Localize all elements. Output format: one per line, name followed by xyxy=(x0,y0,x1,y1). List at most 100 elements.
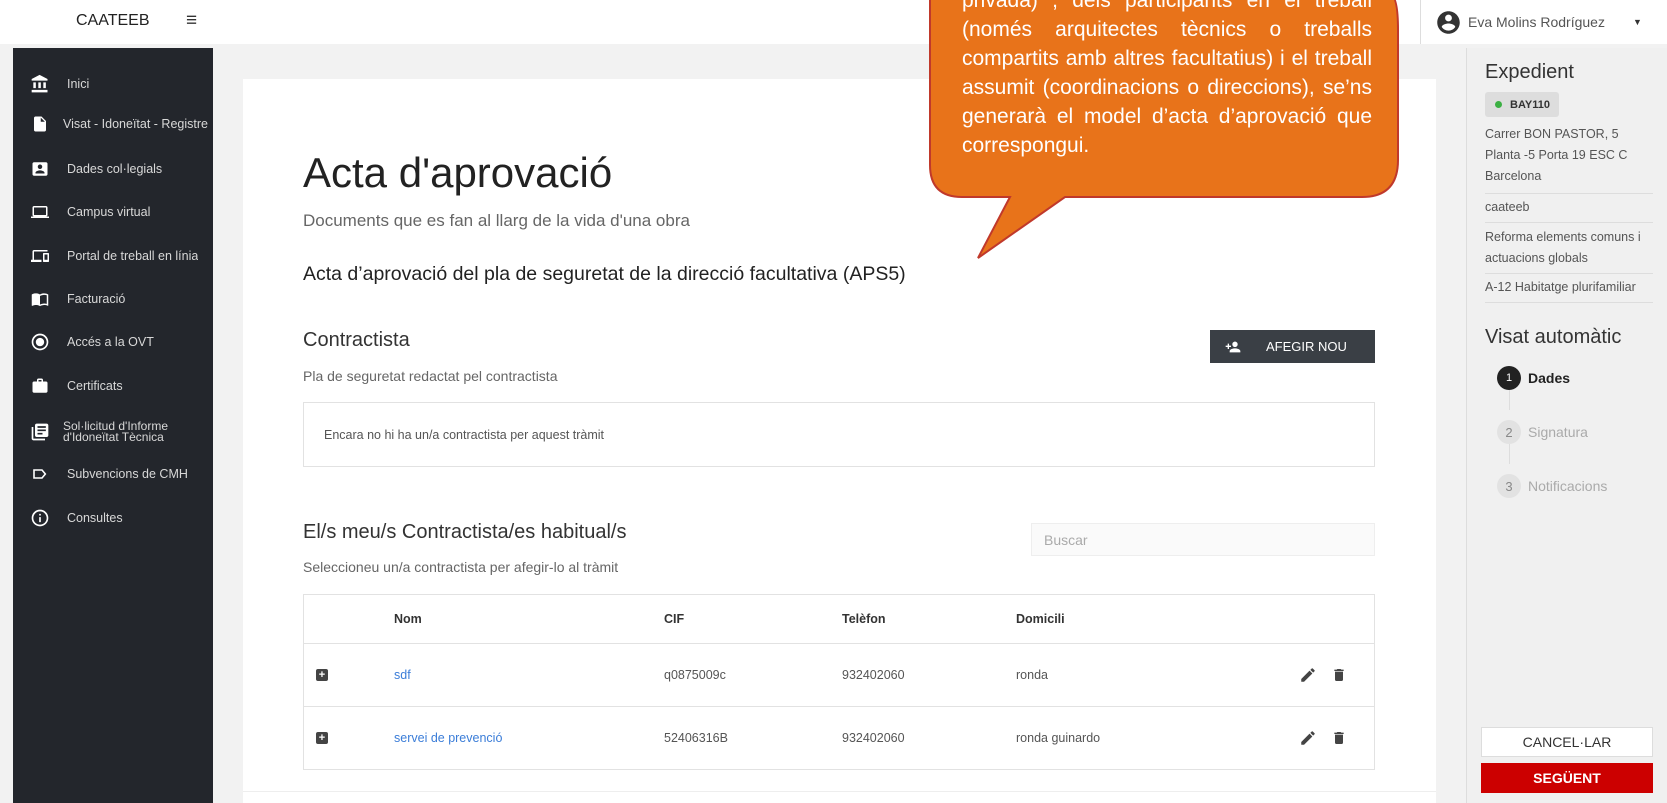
chevron-down-icon[interactable]: ▼ xyxy=(1633,17,1642,27)
step-dades[interactable]: 1 Dades xyxy=(1497,366,1570,390)
row-domicili: ronda xyxy=(1016,668,1048,682)
step-label: Notificacions xyxy=(1528,478,1608,494)
briefcase-icon xyxy=(27,377,53,395)
callout-text: privada) , dels participants en el treba… xyxy=(962,0,1372,157)
divider xyxy=(243,791,1436,792)
divider xyxy=(1485,193,1653,194)
library-icon xyxy=(27,422,53,442)
devices-icon xyxy=(27,247,53,265)
habitual-subtitle: Seleccioneu un/a contractista per afegir… xyxy=(303,559,619,575)
column-header-telefon[interactable]: Telèfon xyxy=(842,595,886,643)
expedient-client: caateeb xyxy=(1485,200,1530,214)
info-icon xyxy=(27,508,53,528)
page-subtitle: Documents que es fan al llarg de la vida… xyxy=(303,211,690,230)
step-number: 2 xyxy=(1497,420,1521,444)
table-row: + sdf q0875009c 932402060 ronda xyxy=(304,643,1374,706)
sidebar-item-dades[interactable]: Dades col·legials xyxy=(13,151,213,187)
status-badge: BAY110 xyxy=(1485,92,1559,117)
file-icon xyxy=(27,114,53,134)
sidebar-item-label: Visat - Idoneïtat - Registre xyxy=(63,117,208,131)
badge-label: BAY110 xyxy=(1510,98,1550,111)
step-connector xyxy=(1509,390,1510,410)
row-domicili: ronda guinardo xyxy=(1016,731,1101,745)
sidebar-item-label: Certificats xyxy=(67,379,123,393)
sidebar-item-label: Portal de treball en línia xyxy=(67,249,199,263)
right-panel: Expedient BAY110 Carrer BON PASTOR, 5 Pl… xyxy=(1466,48,1667,803)
row-telefon: 932402060 xyxy=(842,731,905,745)
sidebar-item-ovt[interactable]: Accés a la OVT xyxy=(13,324,213,360)
expedient-typology: A-12 Habitatge plurifamiliar xyxy=(1485,280,1636,294)
sidebar-item-idoneitat[interactable]: Sol·licitud d'Informe d'Idoneïtat Tècnic… xyxy=(13,411,213,453)
target-icon xyxy=(27,332,53,352)
page-title: Acta d'aprovació xyxy=(303,149,613,196)
habitual-title: El/s meu/s Contractista/es habitual/s xyxy=(303,521,627,543)
expedient-title: Expedient xyxy=(1485,61,1574,83)
step-number: 3 xyxy=(1497,474,1521,498)
divider xyxy=(1485,222,1653,223)
contractista-subtitle: Pla de seguretat redactat pel contractis… xyxy=(303,368,558,384)
step-label: Dades xyxy=(1528,370,1571,386)
bank-icon xyxy=(27,74,53,94)
sidebar-item-subvencions[interactable]: Subvencions de CMH xyxy=(13,456,213,492)
delete-icon[interactable] xyxy=(1331,666,1347,684)
top-bar: CAATEEB ≡ Eva Molins Rodríguez ▼ xyxy=(0,0,1667,44)
expedient-description: Reforma elements comuns i actuacions glo… xyxy=(1485,230,1641,265)
sidebar-item-inici[interactable]: Inici xyxy=(13,66,213,102)
add-new-label: AFEGIR NOU xyxy=(1266,339,1347,354)
edit-icon[interactable] xyxy=(1299,729,1317,747)
sidebar-item-label: Campus virtual xyxy=(67,205,151,219)
column-header-cif[interactable]: CIF xyxy=(664,595,684,643)
book-icon xyxy=(27,290,53,308)
next-button[interactable]: SEGÜENT xyxy=(1481,763,1653,793)
main-card: Acta d'aprovació Documents que es fan al… xyxy=(243,79,1436,803)
badge-icon xyxy=(27,159,53,179)
row-cif: q0875009c xyxy=(664,668,726,682)
column-header-nom[interactable]: Nom xyxy=(394,595,422,643)
cancel-button[interactable]: CANCEL·LAR xyxy=(1481,727,1653,757)
expand-row-icon[interactable]: + xyxy=(316,669,328,681)
menu-icon[interactable]: ≡ xyxy=(186,10,197,32)
search-input[interactable] xyxy=(1031,523,1375,556)
step-signatura[interactable]: 2 Signatura xyxy=(1497,420,1588,444)
column-header-domicili[interactable]: Domicili xyxy=(1016,595,1065,643)
brand-logo[interactable]: CAATEEB xyxy=(76,12,150,30)
sidebar-item-consultes[interactable]: Consultes xyxy=(13,500,213,536)
visat-title: Visat automàtic xyxy=(1485,326,1622,348)
user-menu[interactable]: Eva Molins Rodríguez ▼ xyxy=(1420,0,1642,44)
contractista-title: Contractista xyxy=(303,329,410,351)
divider xyxy=(1485,302,1653,303)
expand-row-icon[interactable]: + xyxy=(316,732,328,744)
sidebar-item-label: Sol·licitud d'Informe d'Idoneïtat Tècnic… xyxy=(63,421,168,443)
expedient-address: Carrer BON PASTOR, 5 Planta -5 Porta 19 … xyxy=(1485,127,1628,183)
empty-contractista-box: Encara no hi ha un/a contractista per aq… xyxy=(303,402,1375,467)
edit-icon[interactable] xyxy=(1299,666,1317,684)
document-title: Acta d’aprovació del pla de seguretat de… xyxy=(303,263,906,285)
sidebar-item-label: Consultes xyxy=(67,511,123,525)
contractistes-table: Nom CIF Telèfon Domicili + sdf q0875009c… xyxy=(303,594,1375,770)
user-name: Eva Molins Rodríguez xyxy=(1468,14,1605,30)
step-label: Signatura xyxy=(1528,424,1588,440)
row-telefon: 932402060 xyxy=(842,668,905,682)
step-connector xyxy=(1509,444,1510,464)
step-number: 1 xyxy=(1497,366,1521,390)
laptop-icon xyxy=(27,203,53,221)
divider xyxy=(1485,273,1653,274)
sidebar: Inici Visat - Idoneïtat - Registre Dades… xyxy=(13,48,213,803)
add-new-button[interactable]: AFEGIR NOU xyxy=(1210,330,1375,363)
delete-icon[interactable] xyxy=(1331,729,1347,747)
sidebar-item-portal[interactable]: Portal de treball en línia xyxy=(13,238,213,274)
add-person-icon xyxy=(1222,339,1244,355)
row-name-link[interactable]: servei de prevenció xyxy=(394,731,502,745)
sidebar-item-label: Facturació xyxy=(67,292,126,306)
sidebar-item-campus[interactable]: Campus virtual xyxy=(13,194,213,230)
sidebar-item-label: Subvencions de CMH xyxy=(67,467,188,481)
sidebar-item-visat[interactable]: Visat - Idoneïtat - Registre xyxy=(13,106,213,142)
status-dot-icon xyxy=(1495,101,1502,108)
sidebar-item-certificats[interactable]: Certificats xyxy=(13,368,213,404)
account-icon xyxy=(1437,10,1460,34)
sidebar-item-label: Inici xyxy=(67,77,90,91)
step-notificacions[interactable]: 3 Notificacions xyxy=(1497,474,1607,498)
sidebar-item-label: Dades col·legials xyxy=(67,162,163,176)
row-name-link[interactable]: sdf xyxy=(394,668,411,682)
sidebar-item-facturacio[interactable]: Facturació xyxy=(13,281,213,317)
